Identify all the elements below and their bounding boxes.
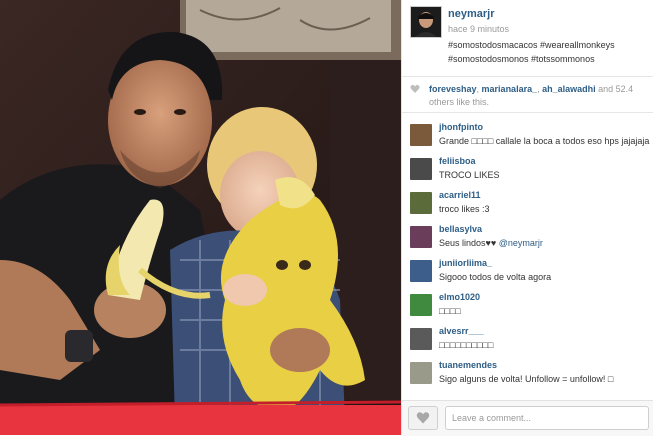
likes-others[interactable]: others like this.	[429, 97, 489, 107]
photo-illustration	[0, 0, 401, 435]
commenter-avatar[interactable]	[410, 328, 432, 350]
liker-link[interactable]: marianalara_	[482, 84, 538, 94]
comment-item: acarriel11 troco likes :3	[402, 186, 653, 220]
likers-text: foreveshay, marianalara_, ah_alawadhi an…	[429, 84, 634, 107]
comment-bar	[402, 400, 653, 436]
commenter-avatar[interactable]	[410, 124, 432, 146]
like-button[interactable]	[408, 406, 438, 430]
instagram-post-view: neymarjr hace 9 minutos #somostodosmacac…	[0, 0, 653, 436]
likes-summary: foreveshay, marianalara_, ah_alawadhi an…	[402, 77, 653, 113]
comment-body: Sigo alguns de volta! Unfollow = unfollo…	[439, 374, 614, 384]
comment-item: alvesrr___ □□□□□□□□□□	[402, 322, 653, 356]
comment-text: Grande □□□□ callale la boca a todos eso …	[439, 135, 651, 147]
comment-item: bellasylva Seus lindos♥♥ @neymarjr	[402, 220, 653, 254]
likes-count: and 52.4	[595, 84, 634, 94]
commenter-username[interactable]: feliisboa	[439, 156, 476, 166]
post-header: neymarjr hace 9 minutos #somostodosmacac…	[402, 0, 653, 77]
comment-text: □□□□□□□□□□	[439, 339, 651, 351]
commenter-avatar[interactable]	[410, 158, 432, 180]
commenter-username[interactable]: acarriel11	[439, 190, 481, 200]
avatar[interactable]	[410, 6, 442, 38]
comment-item: feliisboa TROCO LIKES	[402, 152, 653, 186]
commenter-username[interactable]: alvesrr___	[439, 326, 484, 336]
comment-text: Sigooo todos de volta agora	[439, 271, 651, 283]
comment-body: Sigooo todos de volta agora	[439, 272, 552, 282]
comment-text: Sigo alguns de volta! Unfollow = unfollo…	[439, 373, 651, 385]
comment-body: TROCO LIKES	[439, 170, 500, 180]
comment-body: □□□□□□□□□□	[439, 340, 494, 350]
liker-link[interactable]: ah_alawadhi	[542, 84, 596, 94]
commenter-avatar[interactable]	[410, 226, 432, 248]
commenter-username[interactable]: bellasylva	[439, 224, 482, 234]
comment-text: Seus lindos♥♥ @neymarjr	[439, 237, 651, 249]
comment-text: TROCO LIKES	[439, 169, 651, 181]
comment-item: tuanemendes Sigo alguns de volta! Unfollo…	[402, 356, 653, 390]
caption-line[interactable]: #somostodosmonos #totssommonos	[448, 52, 648, 66]
comment-text: □□□□	[439, 305, 651, 317]
heart-icon	[410, 84, 420, 93]
post-details-panel: neymarjr hace 9 minutos #somostodosmacac…	[401, 0, 653, 436]
comments-list[interactable]: jhonfpinto Grande □□□□ callale la boca a …	[402, 118, 653, 400]
comment-input[interactable]	[445, 406, 649, 430]
commenter-username[interactable]: jhonfpinto	[439, 122, 483, 132]
comment-text: troco likes :3	[439, 203, 651, 215]
post-caption: #somostodosmacacos #weareallmonkeys #som…	[448, 38, 648, 66]
comment-item: elmo1020 □□□□	[402, 288, 653, 322]
comment-body: troco likes :3	[439, 204, 490, 214]
commenter-avatar[interactable]	[410, 260, 432, 282]
heart-icon	[416, 412, 430, 424]
caption-line[interactable]: #somostodosmacacos #weareallmonkeys	[448, 38, 648, 52]
user-avatar-icon	[411, 7, 441, 37]
commenter-username[interactable]: elmo1020	[439, 292, 480, 302]
comment-item: jhonfpinto Grande □□□□ callale la boca a …	[402, 118, 653, 152]
post-username[interactable]: neymarjr	[448, 8, 494, 20]
commenter-avatar[interactable]	[410, 294, 432, 316]
mention-link[interactable]: @neymarjr	[499, 238, 543, 248]
comment-body: Grande □□□□ callale la boca a todos eso …	[439, 136, 650, 146]
comment-item: juniiorliima_ Sigooo todos de volta agora	[402, 254, 653, 288]
liker-link[interactable]: foreveshay	[429, 84, 477, 94]
comment-body: □□□□	[439, 306, 461, 316]
post-photo[interactable]	[0, 0, 401, 435]
commenter-avatar[interactable]	[410, 192, 432, 214]
post-timestamp: hace 9 minutos	[448, 24, 510, 34]
commenter-username[interactable]: tuanemendes	[439, 360, 497, 370]
comment-body: Seus lindos♥♥	[439, 238, 499, 248]
commenter-avatar[interactable]	[410, 362, 432, 384]
commenter-username[interactable]: juniiorliima_	[439, 258, 492, 268]
